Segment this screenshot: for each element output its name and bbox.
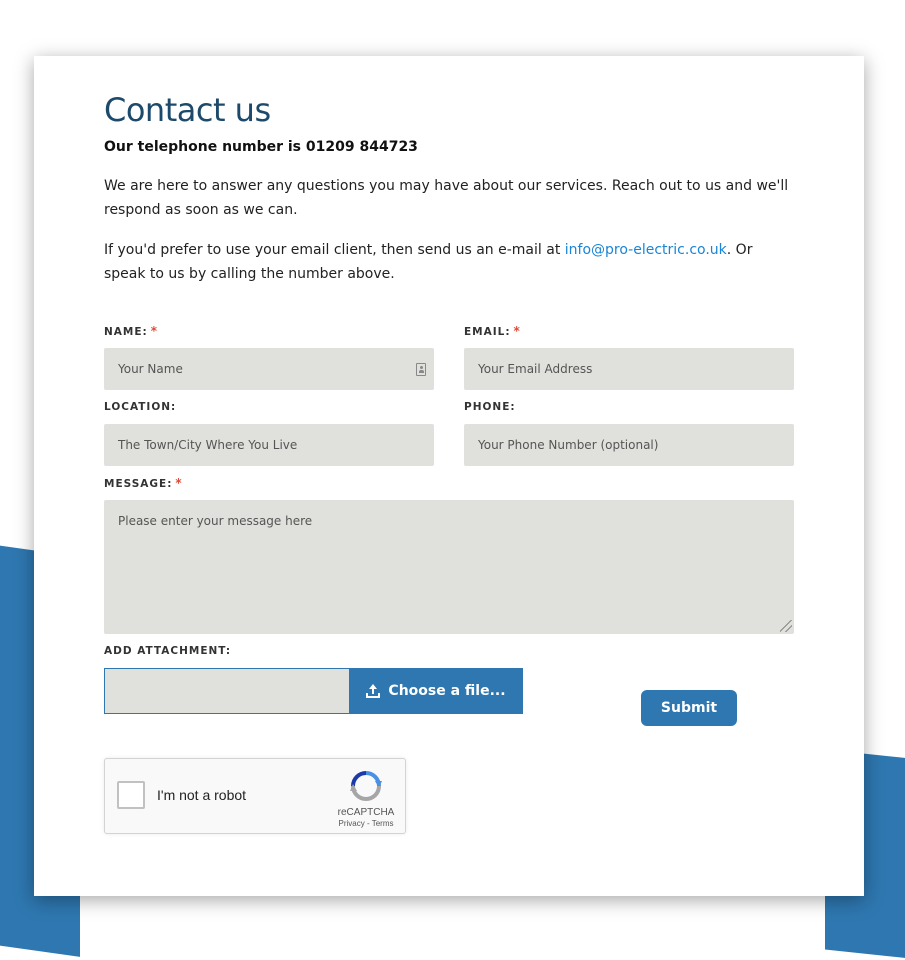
email-paragraph: If you'd prefer to use your email client…: [104, 238, 794, 286]
phone-input-placeholder: Your Phone Number (optional): [478, 438, 659, 452]
email-link[interactable]: info@pro-electric.co.uk: [565, 242, 727, 258]
choose-file-label: Choose a file...: [388, 683, 506, 699]
contact-form: NAME: * Your Name EMAIL: * Your Email Addr…: [104, 324, 794, 834]
name-field-group: NAME: * Your Name: [104, 324, 434, 390]
page-title: Contact us: [104, 91, 271, 129]
phone-label: PHONE:: [464, 401, 516, 413]
recaptcha-privacy-terms-links[interactable]: Privacy - Terms: [329, 819, 403, 828]
attachment-field-group: ADD ATTACHMENT: Choose a file... Submit …: [104, 644, 794, 834]
contact-content: Contact us Our telephone number is 01209…: [104, 86, 794, 834]
recaptcha-checkbox[interactable]: [117, 781, 145, 809]
message-label-text: MESSAGE:: [104, 478, 173, 490]
name-input[interactable]: Your Name: [104, 348, 434, 390]
message-field-group: MESSAGE: * Please enter your message here: [104, 476, 794, 634]
telephone-line: Our telephone number is 01209 844723: [104, 139, 418, 155]
name-required-marker: *: [150, 324, 159, 338]
location-field-group: LOCATION: The Town/City Where You Live: [104, 400, 434, 466]
file-name-box[interactable]: [104, 668, 350, 714]
recaptcha-widget: I'm not a robot reCAPTCHA Privacy - Term…: [104, 758, 406, 834]
message-required-marker: *: [175, 476, 183, 490]
email-input-placeholder: Your Email Address: [478, 362, 593, 376]
contact-card: Contact us Our telephone number is 01209…: [34, 56, 864, 896]
submit-button[interactable]: Submit: [641, 690, 737, 726]
name-label-text: NAME:: [104, 326, 148, 338]
recaptcha-brand: reCAPTCHA: [337, 807, 395, 818]
message-textarea-placeholder: Please enter your message here: [118, 514, 313, 528]
intro-paragraph: We are here to answer any questions you …: [104, 178, 789, 218]
resize-handle-icon[interactable]: [780, 620, 792, 632]
email-label: EMAIL: *: [464, 324, 794, 338]
message-label: MESSAGE: *: [104, 476, 794, 490]
name-input-placeholder: Your Name: [118, 362, 183, 376]
email-label-text: EMAIL:: [464, 326, 511, 338]
location-input[interactable]: The Town/City Where You Live: [104, 424, 434, 466]
contact-card-icon[interactable]: [416, 363, 426, 376]
name-label: NAME: *: [104, 324, 434, 338]
attachment-label: ADD ATTACHMENT:: [104, 645, 232, 657]
recaptcha-label: I'm not a robot: [157, 787, 247, 803]
email-input[interactable]: Your Email Address: [464, 348, 794, 390]
email-required-marker: *: [513, 324, 521, 338]
form-row-location-phone: LOCATION: The Town/City Where You Live P…: [104, 400, 794, 466]
upload-icon: [366, 684, 381, 698]
email-paragraph-prefix: If you'd prefer to use your email client…: [104, 242, 565, 258]
phone-field-group: PHONE: Your Phone Number (optional): [464, 400, 794, 466]
phone-input[interactable]: Your Phone Number (optional): [464, 424, 794, 466]
email-field-group: EMAIL: * Your Email Address: [464, 324, 794, 390]
location-input-placeholder: The Town/City Where You Live: [118, 438, 298, 452]
form-row-name-email: NAME: * Your Name EMAIL: * Your Email Addr…: [104, 324, 794, 390]
recaptcha-logo-icon: [350, 771, 382, 801]
location-label: LOCATION:: [104, 401, 177, 413]
attachment-row: Choose a file... Submit I'm not a robot: [104, 668, 794, 834]
choose-file-button[interactable]: Choose a file...: [349, 668, 523, 714]
message-textarea[interactable]: Please enter your message here: [104, 500, 794, 634]
